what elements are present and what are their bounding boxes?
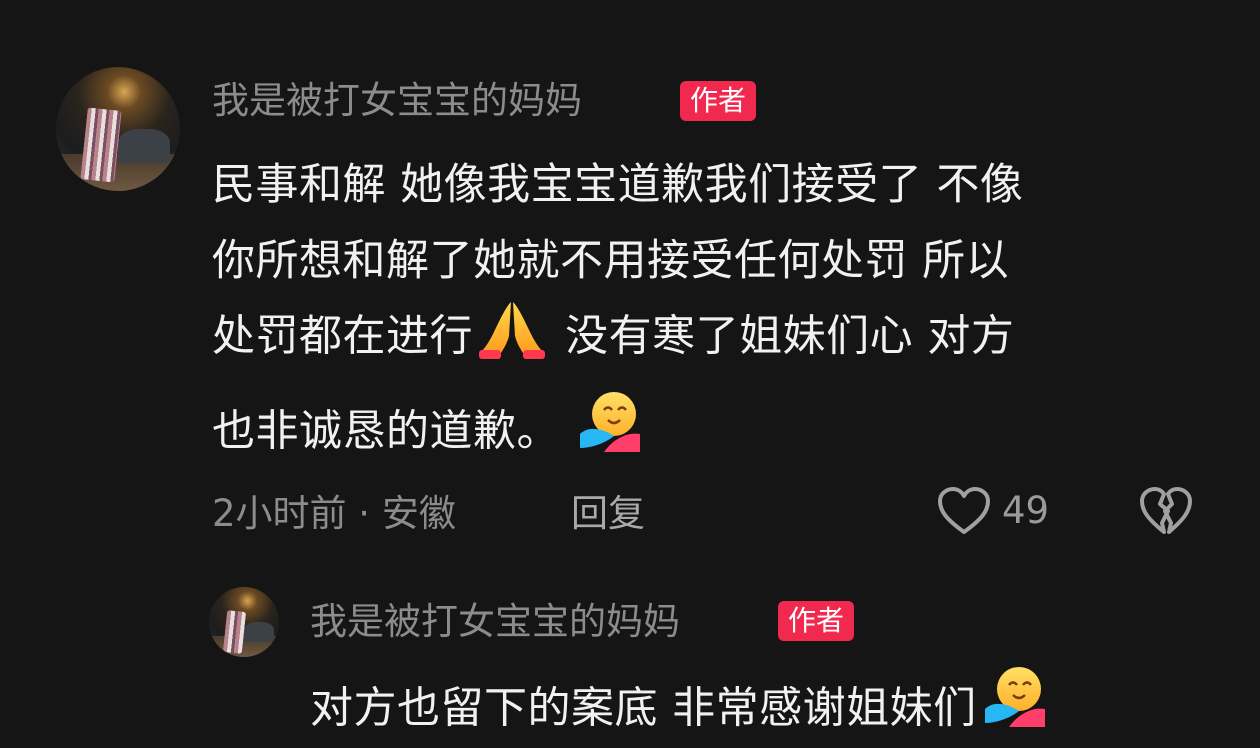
comment-text-line-1: 民事和解 她像我宝宝道歉我们接受了 不像 xyxy=(212,160,1024,210)
author-badge: 作者 xyxy=(680,81,757,121)
comment-meta: 2小时前 · 安徽 xyxy=(212,492,456,535)
comment-text-line-4-a: 也非诚恳的道歉。 xyxy=(212,406,560,457)
comment-text-line-3: 处罚都在进行 没有寒了姐妹们心 对方 xyxy=(212,302,1015,368)
broken-heart-icon[interactable] xyxy=(1138,485,1194,537)
folded-hands-icon xyxy=(475,298,549,368)
avatar[interactable] xyxy=(56,67,180,191)
comment-text-line-3-a: 处罚都在进行 xyxy=(212,311,473,362)
reply-text-content: 对方也留下的案底 非常感谢姐妹们 xyxy=(310,683,977,734)
heart-icon[interactable] xyxy=(936,485,992,537)
like-count: 49 xyxy=(1002,489,1050,532)
comment-thread: 我是被打女宝宝的妈妈 作者 民事和解 她像我宝宝道歉我们接受了 不像 你所想和解… xyxy=(0,0,1260,748)
comment-text-line-2: 你所想和解了她就不用接受任何处罚 所以 xyxy=(212,236,1010,286)
comment-text-line-4: 也非诚恳的道歉。 xyxy=(212,392,644,464)
comment-username[interactable]: 我是被打女宝宝的妈妈 xyxy=(212,82,582,119)
avatar-car xyxy=(118,129,170,163)
reply-button[interactable]: 回复 xyxy=(571,495,645,532)
reply-username[interactable]: 我是被打女宝宝的妈妈 xyxy=(310,603,680,640)
reply-author-badge: 作者 xyxy=(778,601,855,641)
reply-text: 对方也留下的案底 非常感谢姐妹们 xyxy=(310,667,1049,739)
hugging-face-icon xyxy=(574,388,644,464)
reply-avatar[interactable] xyxy=(209,587,279,657)
comment-text-line-3-b: 没有寒了姐妹们心 对方 xyxy=(551,311,1015,362)
reply-avatar-car xyxy=(244,622,274,642)
hugging-face-icon xyxy=(979,663,1049,739)
